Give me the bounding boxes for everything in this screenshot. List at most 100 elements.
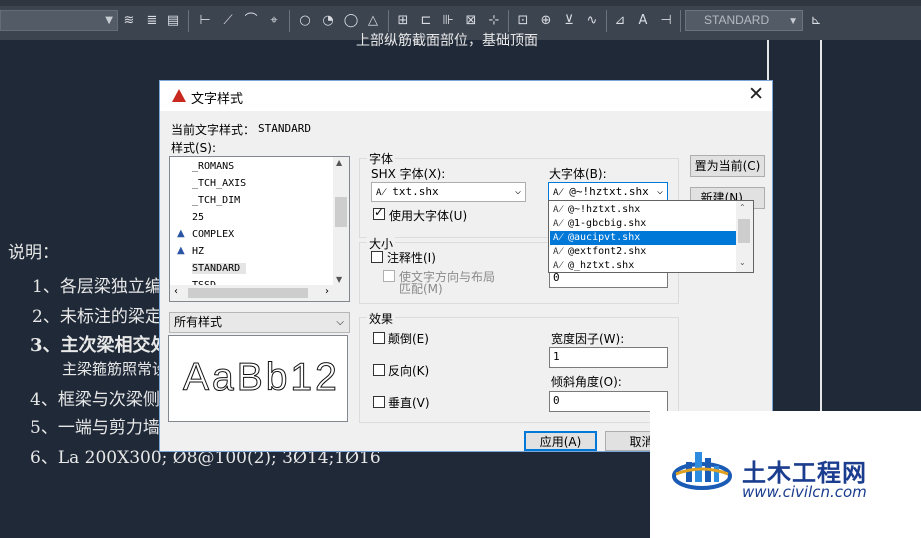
chevron-down-icon[interactable]: ⌵ bbox=[657, 183, 663, 201]
style-item[interactable]: _ROMANS bbox=[192, 161, 234, 172]
use-big-font-checkbox[interactable] bbox=[373, 205, 385, 220]
big-font-dropdown-list[interactable]: A̸ @~!hztxt.shx A̸ @1-gbcbig.shx A̸ @aucipv… bbox=[548, 200, 754, 273]
toolbar-separator bbox=[188, 10, 189, 32]
chevron-down-icon[interactable]: ⌵ bbox=[336, 313, 344, 332]
dim-update-icon[interactable]: ⊣ bbox=[658, 13, 674, 29]
note-line: 2、未标注的梁定位 bbox=[32, 307, 179, 327]
dim-style-icon[interactable]: ≣ bbox=[144, 13, 160, 29]
dropdown-vscroll[interactable]: ⌃ ⌄ bbox=[736, 201, 753, 272]
scroll-up-icon[interactable]: ⌃ bbox=[739, 203, 746, 212]
match-orientation-label-2: 匹配(M) bbox=[399, 282, 443, 296]
match-orientation-checkbox[interactable] bbox=[383, 270, 395, 282]
scroll-thumb[interactable] bbox=[188, 288, 308, 298]
note-line: 1、各层梁独立编号 bbox=[32, 277, 179, 297]
shx-font-label: SHX 字体(X): bbox=[371, 167, 446, 181]
toolbar-top-strip bbox=[0, 0, 921, 6]
font-file-icon: A̸ bbox=[376, 188, 393, 198]
style-item[interactable]: HZ bbox=[192, 246, 204, 257]
scroll-thumb[interactable] bbox=[335, 197, 347, 227]
scroll-right-icon[interactable]: › bbox=[325, 286, 329, 297]
oblique-angle-label: 倾斜角度(O): bbox=[551, 375, 622, 389]
toolbar-separator bbox=[289, 10, 290, 32]
scroll-down-icon[interactable]: ▼ bbox=[336, 275, 342, 284]
dim-style-combo[interactable]: STANDARD ▼ bbox=[685, 10, 803, 31]
text-style-icon[interactable]: ≋ bbox=[121, 13, 137, 29]
jogged-dim-icon[interactable]: ◔ bbox=[320, 13, 336, 29]
scroll-up-icon[interactable]: ▲ bbox=[336, 158, 342, 167]
dropdown-item[interactable]: A̸ @~!hztxt.shx bbox=[550, 203, 736, 217]
note-line: 4、框梁与次梁侧 bbox=[30, 390, 160, 410]
linear-dim-icon[interactable]: ⊢ bbox=[197, 13, 213, 29]
font-file-icon: A̸ bbox=[553, 261, 564, 271]
style-item[interactable]: _TCH_AXIS bbox=[192, 178, 246, 189]
watermark-url: www.civilcn.com bbox=[742, 483, 867, 501]
backwards-label: 反向(K) bbox=[388, 364, 430, 378]
style-item-selected[interactable]: STANDARD bbox=[192, 263, 247, 274]
styles-hscroll[interactable]: ‹ › bbox=[170, 285, 349, 301]
chevron-down-icon[interactable]: ▼ bbox=[105, 15, 113, 26]
dropdown-item[interactable]: A̸ @1-gbcbig.shx bbox=[550, 217, 736, 231]
baseline-dim-icon[interactable]: ⊏ bbox=[418, 13, 434, 29]
aligned-dim-icon[interactable]: ⟋ bbox=[220, 13, 236, 29]
dim-style-combo-value: STANDARD bbox=[704, 13, 770, 27]
dropdown-item-highlighted[interactable]: A̸ @aucipvt.shx bbox=[550, 231, 736, 245]
oblique-angle-input[interactable]: 0 bbox=[549, 391, 668, 412]
dim-text-edit-icon[interactable]: A bbox=[635, 13, 651, 29]
dialog-title: 文字样式 bbox=[191, 92, 244, 107]
upside-down-label: 颠倒(E) bbox=[388, 332, 429, 346]
big-font-combo[interactable]: A̸ @~!hztxt.shx ⌵ bbox=[548, 182, 668, 202]
width-factor-input[interactable]: 1 bbox=[549, 347, 668, 368]
apply-button[interactable]: 应用(A) bbox=[524, 431, 597, 451]
annotative-label: 注释性(I) bbox=[387, 251, 436, 265]
style-item[interactable]: _TCH_DIM bbox=[192, 195, 240, 206]
annotative-checkbox[interactable] bbox=[371, 251, 383, 263]
dim-break-icon[interactable]: ⊹ bbox=[486, 13, 502, 29]
font-file-icon: A̸ bbox=[553, 247, 564, 257]
center-mark-icon[interactable]: ⊕ bbox=[538, 13, 554, 29]
vertical-checkbox[interactable] bbox=[373, 396, 385, 408]
scroll-left-icon[interactable]: ‹ bbox=[174, 286, 178, 297]
diameter-dim-icon[interactable]: ◯ bbox=[343, 13, 359, 29]
inspect-icon[interactable]: ⊻ bbox=[561, 13, 577, 29]
style-filter-value: 所有样式 bbox=[174, 315, 223, 329]
style-item[interactable]: 25 bbox=[192, 212, 204, 223]
style-filter-combo[interactable]: 所有样式 ⌵ bbox=[169, 312, 350, 333]
close-icon[interactable]: ✕ bbox=[748, 83, 764, 105]
ordinate-dim-icon[interactable]: ⌖ bbox=[266, 13, 282, 29]
scroll-thumb[interactable] bbox=[738, 219, 750, 243]
dim-style-control-icon[interactable]: ⊾ bbox=[808, 13, 824, 29]
scroll-down-icon[interactable]: ⌄ bbox=[739, 258, 746, 267]
layer-combo[interactable]: ▼ bbox=[0, 10, 118, 31]
shx-font-combo[interactable]: A̸ txt.shx ⌵ bbox=[371, 182, 526, 202]
watermark: 土木工程网 www.civilcn.com bbox=[650, 411, 921, 538]
jogged-linear-icon[interactable]: ∿ bbox=[584, 13, 600, 29]
quick-dim-icon[interactable]: ⊞ bbox=[395, 13, 411, 29]
tolerance-icon[interactable]: ⊡ bbox=[515, 13, 531, 29]
radius-dim-icon[interactable]: ○ bbox=[297, 13, 313, 29]
backwards-checkbox[interactable] bbox=[373, 364, 385, 376]
arc-dim-icon[interactable]: ⌒ bbox=[243, 13, 259, 29]
styles-vscroll[interactable]: ▲ ▼ bbox=[333, 157, 349, 287]
dim-space-icon[interactable]: ⊠ bbox=[463, 13, 479, 29]
dim-edit-icon[interactable]: ⊿ bbox=[612, 13, 628, 29]
chevron-down-icon[interactable]: ▼ bbox=[788, 12, 798, 31]
font-file-icon: A̸ bbox=[553, 219, 564, 229]
chevron-down-icon[interactable]: ⌵ bbox=[515, 183, 521, 201]
continue-dim-icon[interactable]: ⊪ bbox=[440, 13, 456, 29]
style-item[interactable]: COMPLEX bbox=[192, 229, 234, 240]
styles-listbox[interactable]: _ROMANS _TCH_AXIS _TCH_DIM 25 ▲ COMPLEX … bbox=[169, 156, 350, 302]
font-file-icon: A̸ bbox=[553, 205, 564, 215]
dropdown-item[interactable]: A̸ @extfont2.shx bbox=[550, 245, 736, 259]
vertical-label: 垂直(V) bbox=[388, 396, 430, 410]
big-font-label: 大字体(B): bbox=[549, 167, 607, 181]
set-current-button[interactable]: 置为当前(C) bbox=[690, 155, 765, 177]
current-style-label: 当前文字样式： bbox=[171, 123, 256, 137]
styles-label: 样式(S): bbox=[171, 141, 217, 155]
upside-down-checkbox[interactable] bbox=[373, 332, 385, 344]
dropdown-item[interactable]: A̸ @_hztxt.shx bbox=[550, 259, 736, 272]
toolbar-separator bbox=[508, 10, 509, 32]
dropdown-item-label: @extfont2.shx bbox=[568, 246, 647, 257]
dropdown-item-label: @1-gbcbig.shx bbox=[568, 218, 647, 229]
angular-dim-icon[interactable]: △ bbox=[365, 13, 381, 29]
table-style-icon[interactable]: ▤ bbox=[165, 13, 181, 29]
